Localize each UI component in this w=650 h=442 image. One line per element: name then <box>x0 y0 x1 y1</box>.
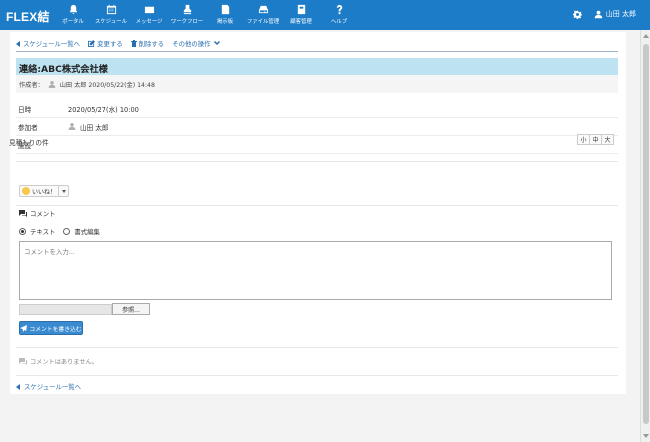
nav-label: ファイル管理 <box>246 19 280 25</box>
edit-link[interactable]: 変更する <box>88 39 123 48</box>
nav-item-portal[interactable]: ポータル <box>54 0 92 30</box>
font-size-large-button[interactable]: 大 <box>601 134 614 145</box>
nav-label: 顧客管理 <box>290 19 312 25</box>
gear-icon[interactable] <box>572 10 582 19</box>
like-label: いいね！ <box>32 188 57 196</box>
section-divider <box>16 205 618 206</box>
comments-icon <box>19 210 27 217</box>
user-icon <box>594 10 603 18</box>
nav-label: ワークフロー <box>170 19 204 25</box>
nav-item-files[interactable]: ファイル管理 <box>244 0 282 30</box>
back-bottom-label: スケジュール一覧へ <box>24 383 82 391</box>
caret-left-icon <box>16 40 20 47</box>
top-nav-bar: FLEX結 ポータル スケジュール メッセージ ワークフロー 掲示板 ファイル管… <box>0 0 650 30</box>
field-row-participants: 参加者 山田 太郎 <box>16 118 618 136</box>
mode-text-label: テキスト <box>30 228 56 236</box>
scroll-up-arrow[interactable] <box>643 34 649 38</box>
trash-icon <box>130 40 137 47</box>
delete-link[interactable]: 削除する <box>130 39 165 48</box>
delete-label: 削除する <box>138 40 165 48</box>
nav-item-workflow[interactable]: ワークフロー <box>168 0 206 30</box>
like-button[interactable]: いいね！ <box>19 185 69 197</box>
book-icon <box>297 4 305 15</box>
field-row-datetime: 日時 2020/05/27(水) 10:00 <box>16 100 618 118</box>
other-actions-dropdown[interactable]: その他の操作 <box>172 39 220 48</box>
radio-rich[interactable] <box>63 228 71 235</box>
comment-heading: コメント <box>19 209 56 218</box>
comment-input[interactable] <box>19 241 612 300</box>
browse-button[interactable]: 参照... <box>112 303 150 315</box>
back-to-list-link[interactable]: スケジュール一覧へ <box>16 39 80 48</box>
nav-label: 掲示板 <box>216 19 234 25</box>
main-panel: スケジュール一覧へ 変更する 削除する その他の操作 連絡:ABC株式会社様 作… <box>10 32 626 394</box>
nav-item-message[interactable]: メッセージ <box>130 0 168 30</box>
bell-icon <box>69 4 77 15</box>
field-value: 2020/05/27(水) 10:00 <box>68 105 139 114</box>
mode-text-option[interactable]: テキスト <box>19 227 55 236</box>
nav-label: ヘルプ <box>330 19 348 25</box>
caret-left-icon <box>16 383 20 390</box>
send-icon <box>20 324 28 332</box>
radio-text[interactable] <box>19 228 26 235</box>
field-key: 参加者 <box>18 123 38 132</box>
vertical-scrollbar[interactable] <box>640 30 650 442</box>
schedule-title: 連絡:ABC株式会社様 <box>19 64 108 75</box>
field-value: 山田 太郎 <box>68 122 108 132</box>
edit-icon <box>88 40 96 47</box>
creator-value: 山田 太郎 2020/05/22(金) 14:48 <box>59 81 155 89</box>
nav-label: ポータル <box>62 19 84 25</box>
comments-icon <box>19 358 27 365</box>
edit-label: 変更する <box>97 40 123 48</box>
drive-icon <box>258 5 268 14</box>
user-area: 山田 太郎 <box>572 9 636 19</box>
nav-item-customer[interactable]: 顧客管理 <box>282 0 320 30</box>
submit-comment-label: コメントを書き込む <box>29 326 82 333</box>
creator-label: 作成者： <box>19 81 44 89</box>
participant-name[interactable]: 山田 太郎 <box>80 122 108 132</box>
comment-mode-group: テキスト 書式編集 <box>19 227 108 236</box>
field-key: 日時 <box>18 105 32 114</box>
toolbar-divider <box>16 51 618 52</box>
app-logo[interactable]: FLEX結 <box>6 8 50 25</box>
section-divider <box>16 347 618 348</box>
like-dropdown-toggle[interactable] <box>58 186 68 196</box>
nav-item-schedule[interactable]: スケジュール <box>92 0 130 30</box>
attachment-file-field[interactable] <box>19 304 112 315</box>
board-icon <box>221 4 229 15</box>
nav-item-help[interactable]: ヘルプ <box>320 0 358 30</box>
smile-icon <box>22 187 30 195</box>
creator-info: 作成者： 山田 太郎 2020/05/22(金) 14:48 <box>16 75 618 93</box>
main-nav: ポータル スケジュール メッセージ ワークフロー 掲示板 ファイル管理 顧客管理 <box>54 0 358 30</box>
question-icon <box>336 4 342 15</box>
envelope-icon <box>144 6 154 14</box>
no-comments-label: コメントはありません。 <box>30 359 98 366</box>
nav-label: スケジュール <box>95 19 127 25</box>
user-avatar-icon <box>48 80 56 88</box>
user-avatar-icon <box>68 123 76 130</box>
font-size-switcher: 小 中 大 <box>577 134 614 145</box>
section-divider <box>16 375 618 376</box>
field-row-facility: 施設 <box>16 136 618 154</box>
action-toolbar: スケジュール一覧へ 変更する 削除する その他の操作 <box>16 39 228 48</box>
section-divider <box>16 161 618 162</box>
scroll-down-arrow[interactable] <box>643 434 649 438</box>
no-comments-message: コメントはありません。 <box>19 357 98 366</box>
submit-comment-button[interactable]: コメントを書き込む <box>19 321 83 335</box>
subject-label: 見積もりの件 <box>9 139 49 147</box>
nav-item-board[interactable]: 掲示板 <box>206 0 244 30</box>
comment-heading-label: コメント <box>30 210 56 218</box>
calendar-icon <box>106 4 116 15</box>
schedule-title-bar: 連絡:ABC株式会社様 <box>16 58 618 75</box>
back-to-list-bottom-link[interactable]: スケジュール一覧へ <box>16 382 81 391</box>
nav-label: メッセージ <box>135 19 163 25</box>
other-actions-label: その他の操作 <box>172 40 211 48</box>
scroll-thumb[interactable] <box>643 44 649 424</box>
stamp-icon <box>183 4 191 15</box>
mode-rich-label: 書式編集 <box>74 228 100 236</box>
user-name[interactable]: 山田 太郎 <box>606 9 636 19</box>
chevron-down-icon <box>213 41 220 45</box>
mode-rich-option[interactable]: 書式編集 <box>63 227 100 236</box>
back-label: スケジュール一覧へ <box>23 40 81 48</box>
